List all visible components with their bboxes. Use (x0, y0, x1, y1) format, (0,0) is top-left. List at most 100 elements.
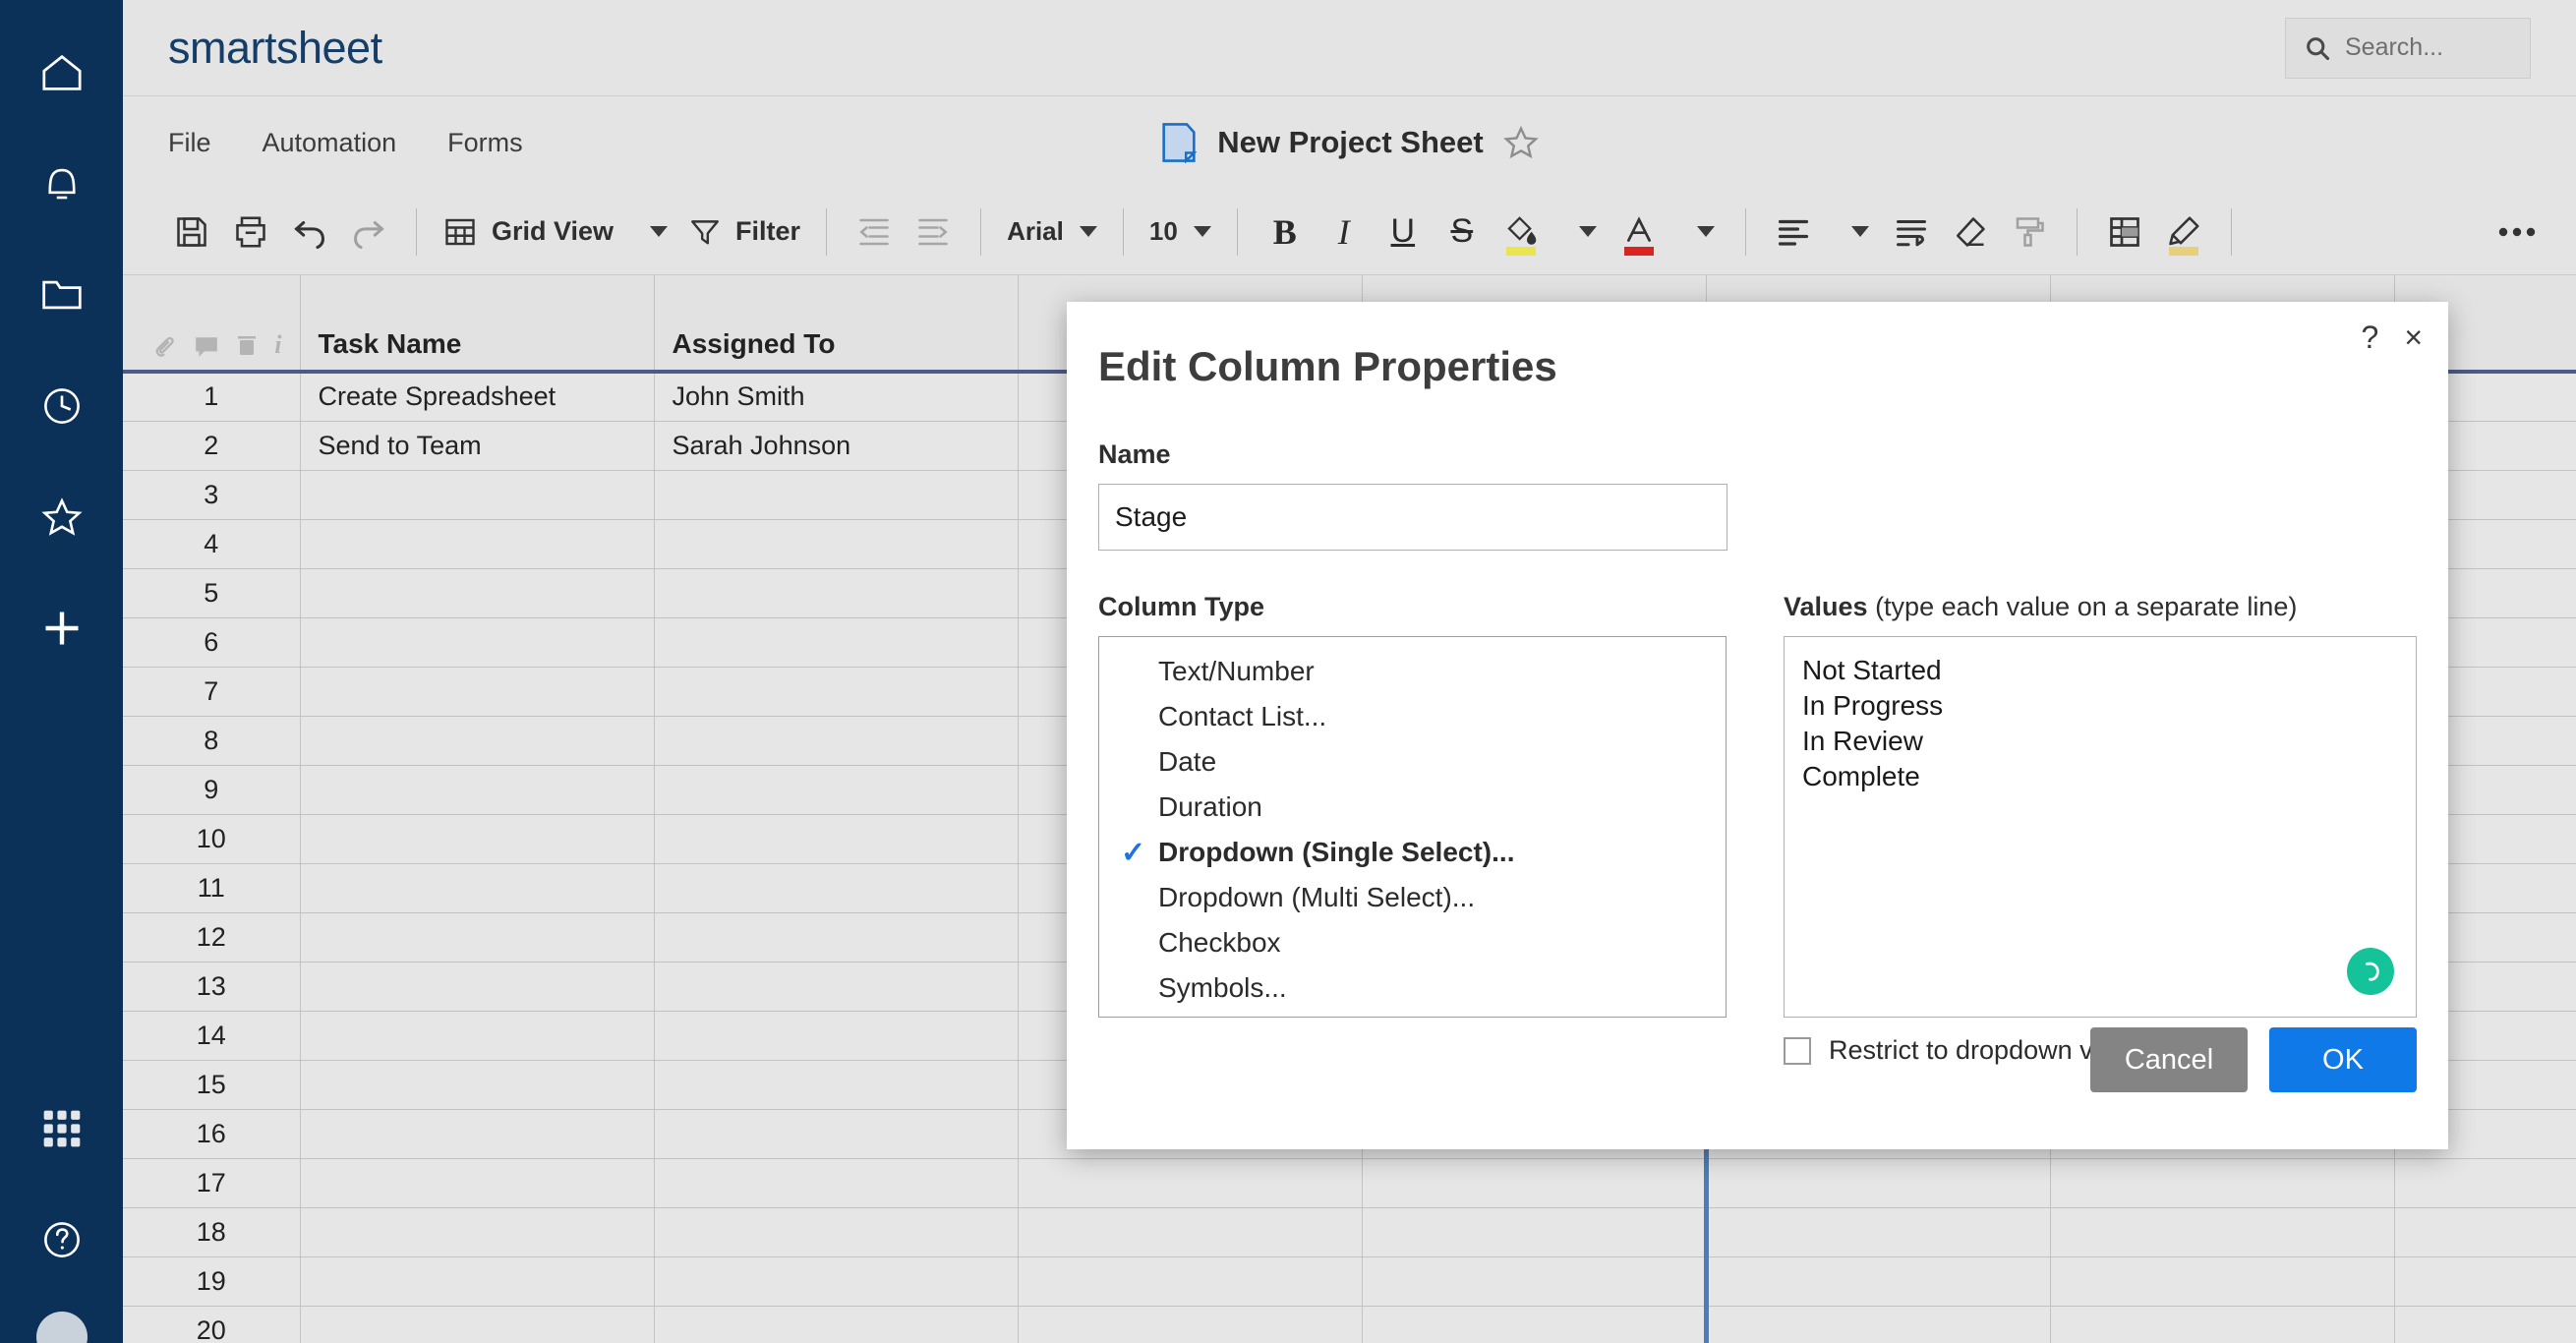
column-header-task-name[interactable]: Task Name (300, 275, 654, 372)
row-number[interactable]: 4 (123, 519, 300, 568)
grid-cell[interactable] (654, 716, 1018, 765)
grid-cell[interactable] (300, 912, 654, 962)
strikethrough-button[interactable]: S (1433, 203, 1492, 262)
grid-cell[interactable] (300, 863, 654, 912)
grid-cell[interactable]: John Smith (654, 372, 1018, 421)
grid-cell[interactable] (300, 470, 654, 519)
search-input[interactable]: Search... (2285, 18, 2531, 79)
grid-cell[interactable] (2050, 1158, 2394, 1207)
grid-cell[interactable] (300, 519, 654, 568)
grid-cell[interactable] (1706, 1158, 2050, 1207)
column-type-option[interactable]: Checkbox (1099, 920, 1726, 965)
column-type-option[interactable]: Duration (1099, 785, 1726, 830)
row-number[interactable]: 18 (123, 1207, 300, 1256)
star-icon[interactable] (23, 478, 101, 556)
italic-button[interactable]: I (1315, 203, 1374, 262)
row-number[interactable]: 2 (123, 421, 300, 470)
row-number[interactable]: 7 (123, 667, 300, 716)
row-number[interactable]: 20 (123, 1306, 300, 1343)
help-icon[interactable] (23, 1200, 101, 1279)
column-type-option[interactable]: Dropdown (Multi Select)... (1099, 875, 1726, 920)
bell-icon[interactable] (23, 145, 101, 223)
grid-cell[interactable] (300, 1207, 654, 1256)
grid-cell[interactable] (654, 912, 1018, 962)
grid-cell[interactable] (654, 617, 1018, 667)
row-number[interactable]: 9 (123, 765, 300, 814)
column-header-assigned-to[interactable]: Assigned To (654, 275, 1018, 372)
grid-cell[interactable] (2394, 1306, 2576, 1343)
grid-cell[interactable] (1018, 1207, 1362, 1256)
grid-cell[interactable] (300, 1109, 654, 1158)
grid-cell[interactable] (300, 667, 654, 716)
grid-cell[interactable] (300, 962, 654, 1011)
table-row[interactable]: 19 (123, 1256, 2576, 1306)
grid-cell[interactable]: Sarah Johnson (654, 421, 1018, 470)
column-type-option[interactable]: ✓Dropdown (Single Select)... (1099, 830, 1726, 875)
row-number[interactable]: 8 (123, 716, 300, 765)
grid-cell[interactable] (654, 1306, 1018, 1343)
save-icon[interactable] (162, 203, 221, 262)
grid-cell[interactable] (1362, 1158, 1706, 1207)
menu-automation[interactable]: Automation (263, 128, 397, 158)
undo-icon[interactable] (280, 203, 339, 262)
folder-icon[interactable] (23, 256, 101, 334)
grid-cell[interactable] (654, 568, 1018, 617)
grid-cell[interactable] (300, 617, 654, 667)
row-number[interactable]: 13 (123, 962, 300, 1011)
grid-cell[interactable] (654, 863, 1018, 912)
text-color-button[interactable] (1610, 203, 1669, 262)
grid-cell[interactable] (654, 814, 1018, 863)
grid-cell[interactable] (1706, 1256, 2050, 1306)
format-painter-icon[interactable] (2000, 203, 2059, 262)
grid-cell[interactable] (2050, 1306, 2394, 1343)
ok-button[interactable]: OK (2269, 1027, 2417, 1092)
close-icon[interactable]: × (2404, 321, 2423, 353)
column-type-option[interactable]: Symbols... (1099, 965, 1726, 1011)
restrict-values-checkbox[interactable] (1784, 1037, 1811, 1065)
column-type-option[interactable]: Contact List... (1099, 694, 1726, 739)
table-format-icon[interactable] (2095, 203, 2154, 262)
font-family-select[interactable]: Arial (999, 203, 1105, 262)
grid-cell[interactable] (300, 1256, 654, 1306)
grid-cell[interactable] (2394, 1256, 2576, 1306)
table-row[interactable]: 17 (123, 1158, 2576, 1207)
grid-cell[interactable] (1706, 1207, 2050, 1256)
grid-view-button[interactable]: Grid View (435, 203, 621, 262)
grid-cell[interactable] (654, 765, 1018, 814)
grid-cell[interactable]: Send to Team (300, 421, 654, 470)
text-color-dropdown[interactable] (1669, 203, 1727, 262)
bold-button[interactable]: B (1256, 203, 1315, 262)
grid-cell[interactable] (300, 1060, 654, 1109)
more-options-icon[interactable] (2488, 203, 2547, 262)
fill-color-dropdown[interactable] (1551, 203, 1610, 262)
grid-cell[interactable] (1018, 1256, 1362, 1306)
row-number[interactable]: 12 (123, 912, 300, 962)
grid-cell[interactable] (300, 814, 654, 863)
grammarly-badge-icon[interactable] (2347, 948, 2394, 995)
align-left-icon[interactable] (1764, 203, 1823, 262)
grid-cell[interactable] (1018, 1158, 1362, 1207)
grid-cell[interactable] (300, 1011, 654, 1060)
grid-cell[interactable] (300, 1158, 654, 1207)
grid-cell[interactable] (300, 1306, 654, 1343)
cancel-button[interactable]: Cancel (2090, 1027, 2248, 1092)
row-number[interactable]: 16 (123, 1109, 300, 1158)
outdent-icon[interactable] (845, 203, 904, 262)
table-row[interactable]: 20 (123, 1306, 2576, 1343)
grid-cell[interactable] (654, 1207, 1018, 1256)
font-size-select[interactable]: 10 (1142, 203, 1219, 262)
column-type-list[interactable]: Text/NumberContact List...DateDuration✓D… (1098, 636, 1727, 1018)
row-number[interactable]: 17 (123, 1158, 300, 1207)
filter-button[interactable]: Filter (680, 203, 808, 262)
indent-icon[interactable] (904, 203, 963, 262)
column-name-input[interactable] (1098, 484, 1727, 551)
smartsheet-logo[interactable]: smartsheet (168, 23, 382, 74)
grid-cell[interactable] (300, 568, 654, 617)
redo-icon[interactable] (339, 203, 398, 262)
menu-file[interactable]: File (168, 128, 211, 158)
row-number[interactable]: 1 (123, 372, 300, 421)
row-number[interactable]: 14 (123, 1011, 300, 1060)
row-number[interactable]: 10 (123, 814, 300, 863)
grid-cell[interactable] (654, 519, 1018, 568)
values-textarea[interactable]: Not StartedIn ProgressIn ReviewComplete (1784, 636, 2417, 1018)
